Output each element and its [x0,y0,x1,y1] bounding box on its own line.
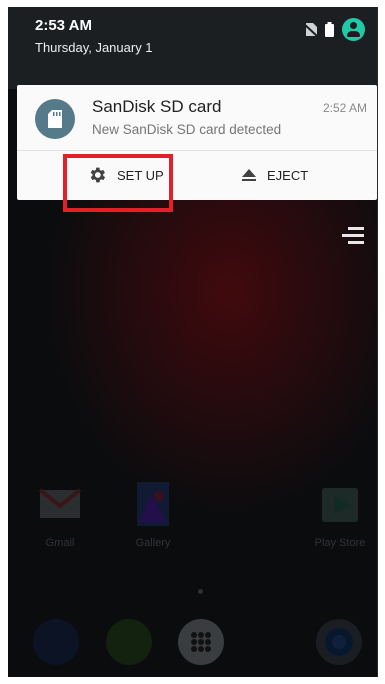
notification-text: New SanDisk SD card detected [92,122,282,137]
app-play-store[interactable]: Play Store [308,482,372,549]
app-drawer-grid-icon [191,632,211,652]
status-icons [304,18,365,41]
sd-card-icon [35,99,75,139]
phone-screen: 2:53 AM Thursday, January 1 SanDisk SD c… [8,7,378,677]
eject-label: EJECT [267,167,309,183]
setup-highlight-box [63,154,173,212]
notification-title: SanDisk SD card [92,97,222,116]
clock: 2:53 AM [35,17,92,34]
phone-dock-icon[interactable] [33,619,79,665]
messenger-dock-icon[interactable] [106,619,152,665]
camera-dock-icon[interactable] [316,619,362,665]
app-drawer-icon[interactable] [178,619,224,665]
clear-all-icon[interactable] [342,225,364,247]
notification-divider [17,150,377,151]
battery-icon [325,22,334,37]
play-store-icon [322,488,358,522]
notification-shade-header: 2:53 AM Thursday, January 1 [8,7,377,89]
no-sim-icon [304,23,317,36]
eject-button[interactable]: EJECT [241,157,308,193]
camera-lens-icon [325,628,353,656]
eject-icon [242,169,256,181]
app-label-gallery: Gallery [135,537,171,549]
gmail-icon [38,488,82,518]
user-avatar-icon[interactable] [342,18,365,41]
gallery-icon [137,482,169,526]
page-indicator-dot [198,589,203,594]
app-gmail[interactable]: Gmail [28,482,92,549]
app-label-gmail: Gmail [45,537,75,549]
app-label-play-store: Play Store [314,537,366,549]
sd-card-glyph-icon [48,110,62,128]
notification-time: 2:52 AM [322,101,367,115]
date: Thursday, January 1 [35,40,153,55]
app-gallery[interactable]: Gallery [121,482,185,549]
